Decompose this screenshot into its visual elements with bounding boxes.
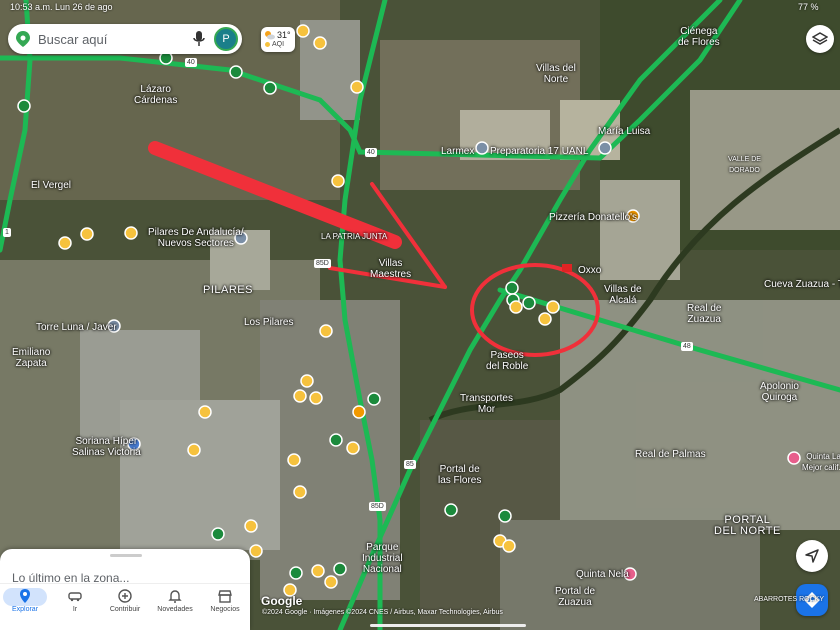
place-label: Oxxo xyxy=(578,265,602,276)
tab-explorar[interactable]: Explorar xyxy=(0,588,50,628)
place-label: Villas del Norte xyxy=(536,63,576,85)
place-label: Soriana Híper Salinas Victoria xyxy=(72,436,141,458)
place-label: Portal de Zuazua xyxy=(555,586,596,608)
weather-chip[interactable]: 31° AQI xyxy=(261,27,295,52)
tab-label: Novedades xyxy=(157,606,193,613)
tab-label: Negocios xyxy=(210,606,240,613)
weather-aqi: AQI xyxy=(272,41,285,48)
avatar[interactable]: P xyxy=(214,27,238,51)
place-label: Portal de las Flores xyxy=(438,464,482,486)
place-label: Real de Zuazua xyxy=(687,303,722,325)
place-label: Villas Maestres xyxy=(370,258,412,280)
search-bar[interactable]: Buscar aquí P xyxy=(8,24,242,54)
google-logo: Google xyxy=(261,594,303,608)
add-circle-icon xyxy=(118,589,132,603)
tab-label: Explorar xyxy=(11,606,39,613)
place-label: Pilares De Andalucía/ Nuevos Sectores xyxy=(148,227,244,249)
tab-negocios[interactable]: Negocios xyxy=(200,588,250,628)
highway-shield: 40 xyxy=(365,148,377,157)
place-label: VALLE DE DORADO xyxy=(728,156,761,174)
place-label: Transportes Mor xyxy=(460,393,513,415)
place-label: Emiliano Zapata xyxy=(12,347,51,369)
bottom-sheet[interactable]: Lo último en la zona... Explorar Ir Cont… xyxy=(0,549,250,630)
place-label: Apolonio Quiroga xyxy=(760,381,799,403)
place-label: Villas de Alcalá xyxy=(604,284,642,306)
sheet-drag-handle[interactable] xyxy=(110,554,142,557)
place-label: Preparatoria 17 UANL xyxy=(490,146,589,157)
status-battery: 77 % xyxy=(798,2,819,12)
place-label: LA PATRIA JUNTA xyxy=(321,232,388,241)
place-label: Larmex xyxy=(441,146,475,157)
map-attribution[interactable]: ©2024 Google · Imágenes ©2024 CNES / Air… xyxy=(262,609,503,616)
microphone-icon[interactable] xyxy=(193,31,205,47)
place-label: Quinta Nela xyxy=(576,569,629,580)
layers-button[interactable] xyxy=(806,25,834,53)
tab-label: Ir xyxy=(72,606,78,613)
storefront-icon xyxy=(218,590,232,603)
highway-shield: 85D xyxy=(369,502,386,511)
tab-ir[interactable]: Ir xyxy=(50,588,100,628)
tab-contribuir[interactable]: Contribuir xyxy=(100,588,150,628)
layers-icon xyxy=(812,32,828,45)
bottom-tab-bar: Explorar Ir Contribuir Novedades Negocio… xyxy=(0,583,250,630)
place-label: María Luisa xyxy=(598,126,651,137)
navigation-arrow-icon xyxy=(805,549,819,563)
highway-shield: 85 xyxy=(404,460,416,469)
place-label: Lázaro Cárdenas xyxy=(134,84,178,106)
place-label: Ciénega de Flores xyxy=(678,26,720,48)
home-indicator[interactable] xyxy=(370,624,526,627)
place-label: Pizzería Donatello's xyxy=(549,212,638,223)
status-time: 10:53 a.m. xyxy=(10,2,53,12)
commute-icon xyxy=(68,592,82,602)
aqi-dot-icon xyxy=(265,42,270,47)
weather-temp: 31° xyxy=(277,30,291,40)
search-placeholder[interactable]: Buscar aquí xyxy=(38,32,107,47)
highway-shield: 1 xyxy=(3,228,11,237)
place-label: Parque Industrial Nacional xyxy=(362,542,403,575)
place-label: ABARROTES ROCKY xyxy=(754,596,825,603)
place-label: Real de Palmas xyxy=(635,449,706,460)
highway-shield: 85D xyxy=(314,259,331,268)
tab-label: Contribuir xyxy=(109,606,141,613)
place-label: Torre Luna / Javer xyxy=(36,322,117,333)
place-label: Quinta La Mejor calif... xyxy=(802,452,840,472)
partly-cloudy-icon xyxy=(265,31,275,40)
place-label: Los Pilares xyxy=(244,317,294,328)
location-pin-icon xyxy=(20,589,30,603)
place-label: Cueva Zuazua - Tigue xyxy=(764,279,840,290)
place-label: El Vergel xyxy=(31,180,72,191)
place-label: PORTAL DEL NORTE xyxy=(714,514,781,537)
maps-pin-icon xyxy=(16,31,30,47)
highway-shield: 48 xyxy=(681,342,693,351)
bell-icon xyxy=(168,590,182,603)
highway-shield: 40 xyxy=(185,58,197,67)
status-date: Lun 26 de ago xyxy=(55,2,113,12)
place-label: PILARES xyxy=(203,284,253,296)
tab-novedades[interactable]: Novedades xyxy=(150,588,200,628)
my-location-button[interactable] xyxy=(796,540,828,572)
place-label: Paseos del Roble xyxy=(486,350,529,372)
